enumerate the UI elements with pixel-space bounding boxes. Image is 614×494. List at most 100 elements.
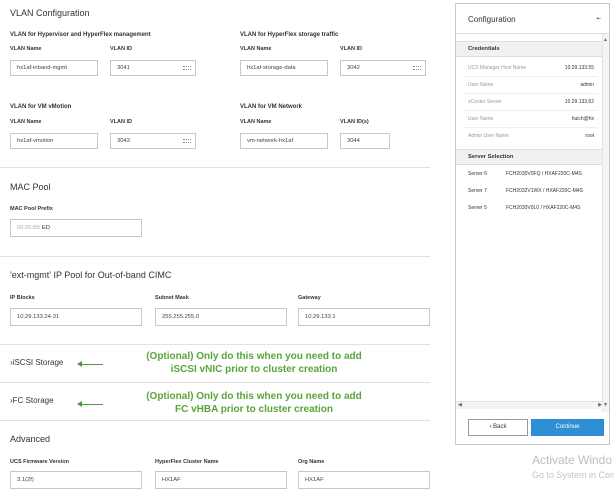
vlan-vmnet-id-label: VLAN ID(s) (340, 119, 369, 125)
fw-version-value: 3.1(2f) (17, 477, 34, 483)
configuration-panel: Configuration ⯬ Credentials UCS Manager … (455, 3, 610, 445)
org-name-input[interactable]: HX1AF (298, 471, 430, 489)
iscsi-storage-toggle[interactable]: ›iSCSI Storage (10, 358, 63, 367)
vlan-storage-id-label: VLAN ID (340, 46, 362, 52)
vertical-scrollbar[interactable] (602, 34, 609, 412)
back-label: Back (493, 424, 507, 430)
vlan-section-title: VLAN Configuration (10, 8, 90, 18)
iscsi-note: (Optional) Only do this when you need to… (124, 351, 384, 376)
panel-title: Configuration (468, 15, 516, 24)
server-row: Server 5 FCH2030V0L0 / HXAF220C-M4S (468, 205, 580, 211)
credentials-header: Credentials (456, 41, 604, 57)
gateway-value: 10.29.133.1 (305, 314, 336, 320)
org-name-value: HX1AF (305, 477, 324, 483)
server-name: Server 6 (468, 171, 487, 177)
stepper-icon[interactable] (183, 139, 191, 143)
cluster-name-label: HyperFlex Cluster Name (155, 459, 219, 465)
fc-note-line1: (Optional) Only do this when you need to… (146, 391, 362, 402)
fw-version-input[interactable]: 3.1(2f) (10, 471, 142, 489)
divider (464, 93, 598, 94)
vlan-mgmt-name-value: hx1af-inband-mgmt (17, 65, 67, 71)
cred-value: root (585, 133, 594, 139)
continue-button[interactable]: Continue (531, 419, 604, 436)
fc-note-line2: FC vHBA prior to cluster creation (175, 403, 333, 415)
server-row: Server 6 FCH2030V0FQ / HXAF220C-M4S (468, 171, 582, 177)
iscsi-storage-label: iSCSI Storage (12, 358, 64, 367)
vlan-vmotion-name-label: VLAN Name (10, 119, 42, 125)
cred-value: 10.29.133.62 (564, 99, 594, 105)
divider (0, 167, 430, 168)
scroll-right-icon[interactable]: ▶ (598, 402, 602, 408)
vlan-mgmt-id-label: VLAN ID (110, 46, 132, 52)
scroll-up-icon[interactable]: ▲ (603, 37, 608, 43)
stepper-icon[interactable] (183, 66, 191, 70)
fc-note: (Optional) Only do this when you need to… (124, 391, 384, 416)
iscsi-note-line1: (Optional) Only do this when you need to… (146, 351, 362, 362)
mac-prefix-suffix: ED (41, 225, 50, 231)
vlan-storage-title: VLAN for HyperFlex storage traffic (240, 32, 339, 38)
vlan-mgmt-id-value: 3041 (117, 65, 130, 71)
continue-label: Continue (555, 424, 580, 430)
divider (464, 110, 598, 111)
gateway-input[interactable]: 10.29.133.1 (298, 308, 430, 326)
ip-blocks-input[interactable]: 10.29.133.24-31 (10, 308, 142, 326)
ip-blocks-label: IP Blocks (10, 295, 35, 301)
arrow-left-icon (77, 361, 103, 367)
cred-key: User Name (468, 82, 494, 88)
iscsi-note-line2: iSCSI vNIC prior to cluster creation (170, 363, 338, 375)
cluster-name-value: HX1AF (162, 477, 181, 483)
fc-storage-label: FC Storage (12, 396, 54, 405)
pin-icon[interactable]: ⯬ (596, 16, 601, 23)
mac-prefix-input[interactable]: 00:25:B5:ED (10, 219, 142, 237)
activation-watermark-line2: Go to System in Cont (532, 470, 614, 480)
server-detail: FCH2030V0L0 / HXAF220C-M4S (506, 205, 581, 211)
subnet-mask-input[interactable]: 255.255.255.0 (155, 308, 287, 326)
vlan-storage-name-input[interactable]: hx1af-storage-data (240, 60, 328, 76)
vlan-vmnet-title: VLAN for VM Network (240, 104, 303, 110)
stepper-icon[interactable] (413, 66, 421, 70)
server-name: Server 7 (468, 188, 487, 194)
vlan-storage-id-input[interactable]: 3042 (340, 60, 426, 76)
horizontal-scrollbar[interactable]: ◀ ▶ (456, 401, 604, 409)
cred-value: 10.29.133.55 (564, 65, 594, 71)
cred-key: UCS Manager Host Name (468, 65, 527, 71)
divider (0, 344, 430, 345)
vlan-vmotion-id-input[interactable]: 3043 (110, 133, 196, 149)
mac-prefix-label: MAC Pool Prefix (10, 206, 53, 212)
vlan-vmotion-name-input[interactable]: hx1af-vmotion (10, 133, 98, 149)
activation-watermark-line1: Activate Windo (532, 453, 613, 467)
cred-key: Admin User Name (468, 133, 509, 139)
vlan-vmotion-id-label: VLAN ID (110, 119, 132, 125)
vlan-mgmt-name-input[interactable]: hx1af-inband-mgmt (10, 60, 98, 76)
divider (0, 256, 430, 257)
vlan-vmnet-name-value: vm-network-hx1af (247, 138, 294, 144)
back-button[interactable]: ‹ Back (468, 419, 528, 436)
vlan-vmnet-id-input[interactable]: 3044 (340, 133, 390, 149)
vlan-vmotion-name-value: hx1af-vmotion (17, 138, 54, 144)
scroll-left-icon[interactable]: ◀ (458, 402, 462, 408)
subnet-mask-value: 255.255.255.0 (162, 314, 200, 320)
advanced-section-title: Advanced (10, 434, 51, 444)
vlan-mgmt-name-label: VLAN Name (10, 46, 42, 52)
vlan-storage-id-value: 3042 (347, 65, 360, 71)
ippool-section-title: 'ext-mgmt' IP Pool for Out-of-band CIMC (10, 270, 172, 280)
vlan-storage-name-value: hx1af-storage-data (247, 65, 296, 71)
vlan-storage-name-label: VLAN Name (240, 46, 272, 52)
divider (464, 127, 598, 128)
cluster-name-input[interactable]: HX1AF (155, 471, 287, 489)
vlan-mgmt-id-input[interactable]: 3041 (110, 60, 196, 76)
server-row: Server 7 FCH2032V1WX / HXAF220C-M4S (468, 188, 583, 194)
cred-value: huich@hx (571, 116, 594, 122)
panel-header: Configuration ⯬ (456, 4, 609, 34)
divider (0, 420, 430, 421)
vlan-vmnet-id-value: 3044 (347, 138, 360, 144)
cred-key: User Name (468, 116, 494, 122)
server-detail: FCH2030V0FQ / HXAF220C-M4S (506, 171, 582, 177)
vlan-vmotion-id-value: 3043 (117, 138, 130, 144)
vlan-mgmt-title: VLAN for Hypervisor and HyperFlex manage… (10, 32, 151, 38)
divider (0, 382, 430, 383)
fc-storage-toggle[interactable]: ›FC Storage (10, 396, 54, 405)
vlan-vmnet-name-input[interactable]: vm-network-hx1af (240, 133, 328, 149)
server-name: Server 5 (468, 205, 487, 211)
gateway-label: Gateway (298, 295, 321, 301)
